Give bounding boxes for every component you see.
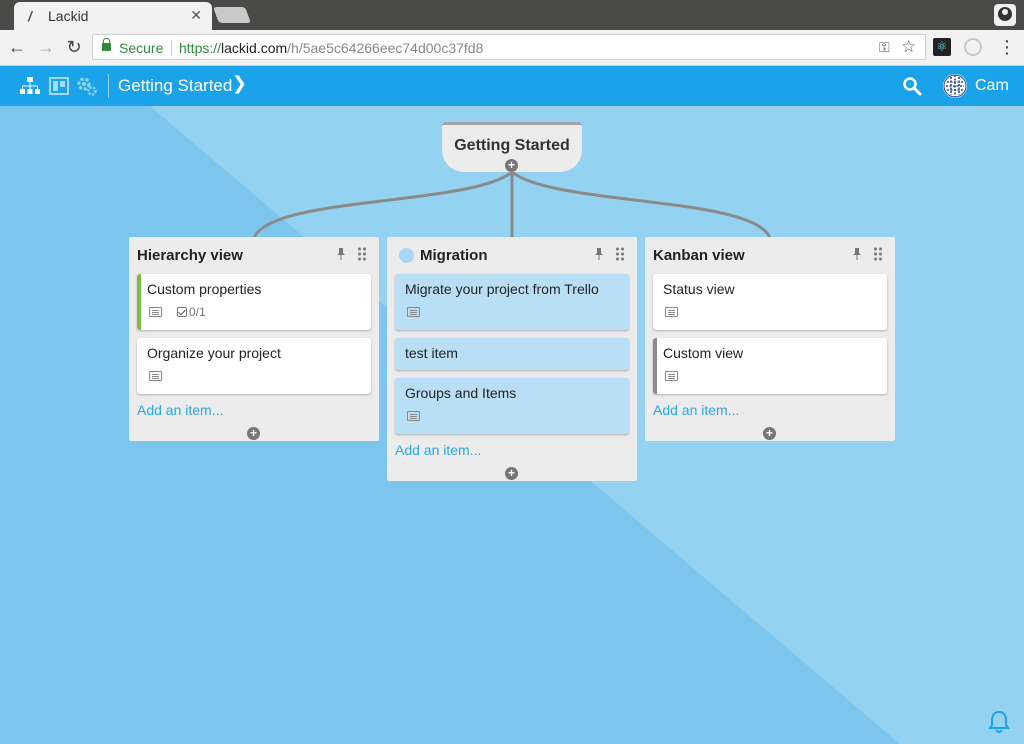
- settings-gears-icon[interactable]: [76, 75, 98, 97]
- back-arrow-icon[interactable]: ←: [6, 36, 28, 58]
- bookmark-star-icon[interactable]: ☆: [901, 37, 916, 57]
- description-icon: [149, 371, 162, 381]
- pin-icon[interactable]: [851, 247, 863, 261]
- kanban-view-icon[interactable]: [48, 75, 70, 97]
- lackid-favicon-icon: /: [28, 8, 32, 24]
- card-test-item[interactable]: test item: [395, 338, 629, 370]
- extension-icon[interactable]: [964, 38, 982, 56]
- react-devtools-extension-icon[interactable]: ⚛: [933, 38, 951, 56]
- drag-handle-icon[interactable]: [615, 247, 625, 261]
- column-kanban-view[interactable]: Kanban view Status view Custom view Add …: [645, 237, 895, 441]
- add-column-child-icon[interactable]: +: [505, 467, 518, 480]
- description-icon: [407, 411, 420, 421]
- column-title[interactable]: Migration: [420, 247, 488, 264]
- description-icon: [149, 307, 162, 317]
- card-title: Custom view: [663, 345, 744, 361]
- lock-icon: [102, 38, 111, 51]
- url-text[interactable]: https://lackid.com/h/5ae5c64266eec74d00c…: [179, 40, 483, 56]
- card-status-view[interactable]: Status view: [653, 274, 887, 330]
- column-title[interactable]: Hierarchy view: [137, 247, 243, 264]
- card-title: Status view: [663, 281, 735, 297]
- browser-tab-strip: / Lackid ✕: [0, 0, 1024, 30]
- card-title: Custom properties: [147, 281, 262, 297]
- forward-arrow-icon[interactable]: →: [35, 36, 57, 58]
- card-title: test item: [405, 345, 458, 361]
- card-title: Organize your project: [147, 345, 281, 361]
- card-migrate-from-trello[interactable]: Migrate your project from Trello: [395, 274, 629, 330]
- add-item-link[interactable]: Add an item...: [395, 442, 481, 458]
- browser-tab[interactable]: / Lackid ✕: [14, 2, 212, 30]
- tab-title: Lackid: [48, 8, 89, 24]
- app-header: Getting Started ❯ Cam: [0, 66, 1024, 106]
- root-group-title: Getting Started: [454, 137, 570, 154]
- address-separator: [171, 40, 172, 56]
- add-item-link[interactable]: Add an item...: [137, 402, 223, 418]
- notification-bell-icon[interactable]: [988, 710, 1010, 734]
- pin-icon[interactable]: [593, 247, 605, 261]
- drag-handle-icon[interactable]: [873, 247, 883, 261]
- add-child-icon[interactable]: +: [505, 159, 518, 172]
- search-icon[interactable]: [902, 76, 922, 96]
- card-title: Groups and Items: [405, 385, 517, 401]
- chevron-right-icon[interactable]: ❯: [232, 73, 247, 94]
- root-group-node[interactable]: Getting Started +: [442, 122, 582, 172]
- checkbox-icon: [177, 307, 187, 317]
- breadcrumb-title[interactable]: Getting Started: [118, 76, 232, 96]
- card-groups-and-items[interactable]: Groups and Items: [395, 378, 629, 434]
- hierarchy-view-icon[interactable]: [19, 75, 41, 97]
- card-title: Migrate your project from Trello: [405, 281, 599, 297]
- new-tab-button[interactable]: [213, 7, 251, 23]
- browser-menu-icon[interactable]: ⋮: [998, 36, 1016, 58]
- board-canvas: Getting Started + Hierarchy view Custom …: [0, 106, 1024, 744]
- browser-toolbar: ← → ↻ Secure https://lackid.com/h/5ae5c6…: [0, 30, 1024, 66]
- description-icon: [665, 307, 678, 317]
- reload-icon[interactable]: ↻: [63, 36, 85, 58]
- secure-label: Secure: [119, 40, 164, 56]
- checklist-badge: 0/1: [177, 305, 206, 319]
- pin-icon[interactable]: [335, 247, 347, 261]
- description-icon: [665, 371, 678, 381]
- column-title[interactable]: Kanban view: [653, 247, 745, 264]
- card-custom-properties[interactable]: Custom properties 0/1: [137, 274, 371, 330]
- add-item-link[interactable]: Add an item...: [653, 402, 739, 418]
- add-column-child-icon[interactable]: +: [763, 427, 776, 440]
- column-migration[interactable]: Migration Migrate your project from Trel…: [387, 237, 637, 481]
- key-icon[interactable]: ⚿: [879, 39, 890, 56]
- card-custom-view[interactable]: Custom view: [653, 338, 887, 394]
- tab-close-icon[interactable]: ✕: [190, 7, 202, 24]
- group-color-icon: [399, 248, 414, 263]
- add-column-child-icon[interactable]: +: [247, 427, 260, 440]
- description-icon: [407, 307, 420, 317]
- column-hierarchy-view[interactable]: Hierarchy view Custom properties 0/1 Org…: [129, 237, 379, 441]
- user-avatar[interactable]: [943, 74, 967, 98]
- header-divider: [108, 74, 109, 98]
- card-organize-your-project[interactable]: Organize your project: [137, 338, 371, 394]
- browser-profile-icon[interactable]: [994, 4, 1016, 26]
- user-name[interactable]: Cam: [975, 77, 1009, 95]
- address-bar[interactable]: Secure https://lackid.com/h/5ae5c64266ee…: [92, 34, 926, 60]
- drag-handle-icon[interactable]: [357, 247, 367, 261]
